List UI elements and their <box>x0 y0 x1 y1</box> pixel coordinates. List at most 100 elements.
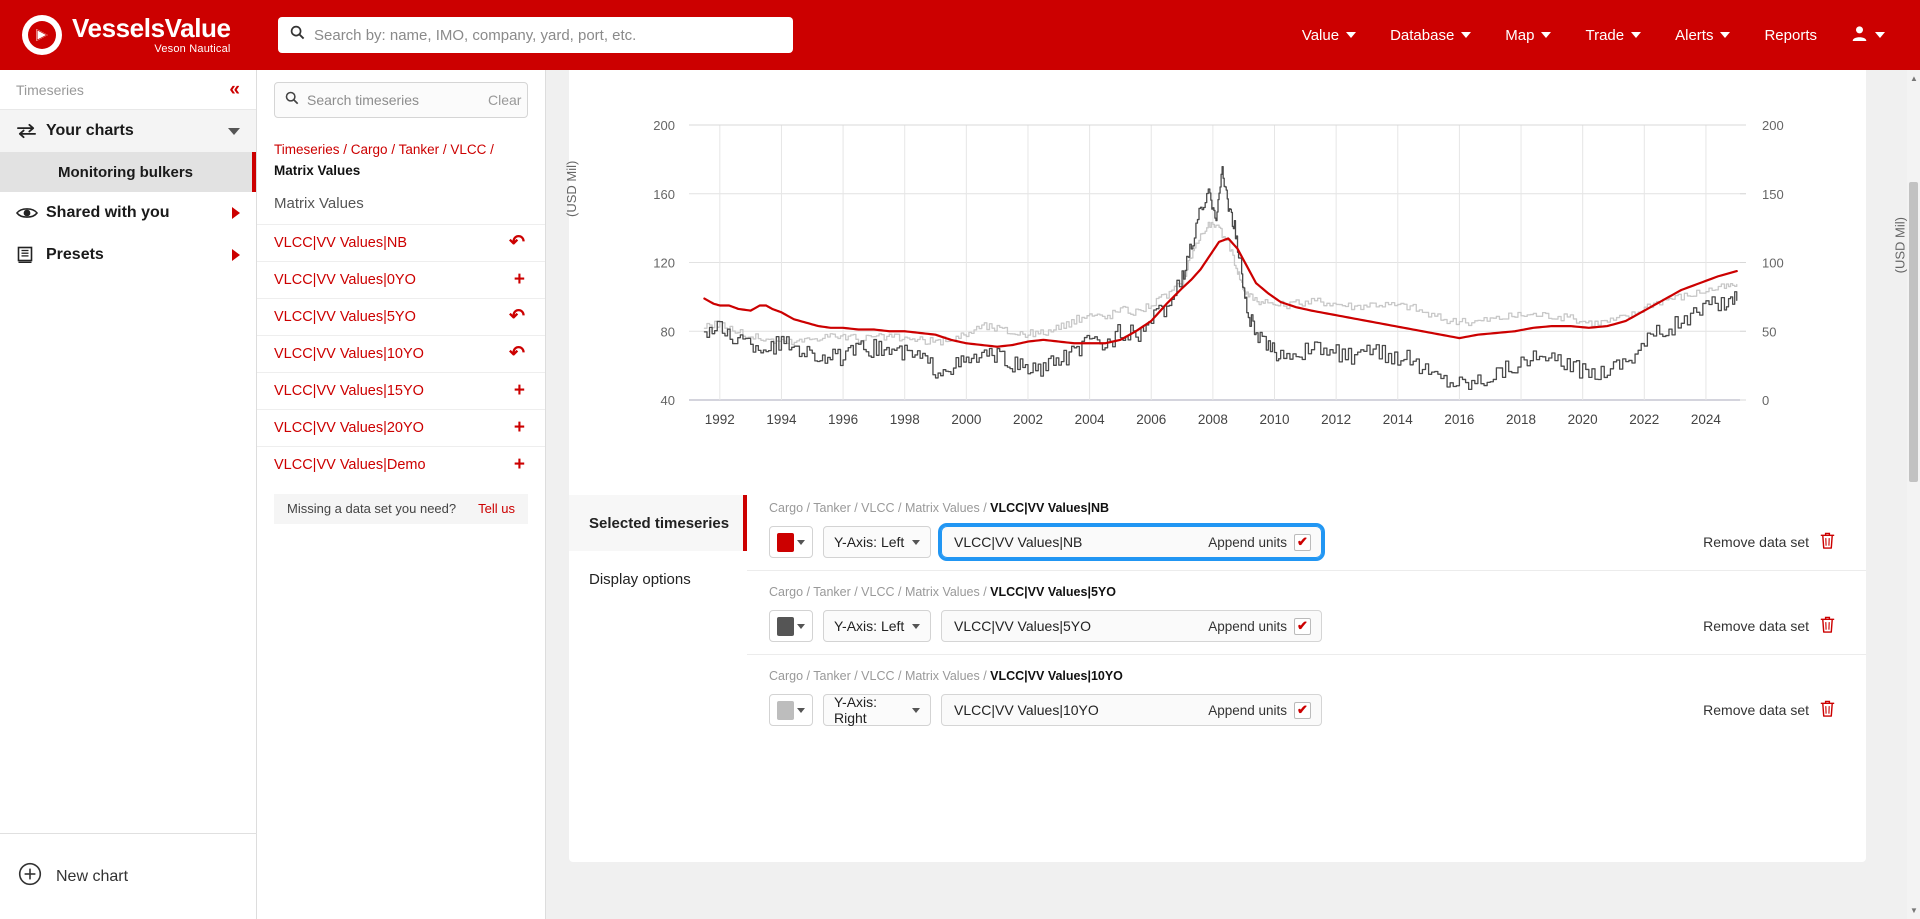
remove-data-set-button[interactable]: Remove data set <box>1703 531 1836 553</box>
dataset-name-field[interactable]: VLCC|VV Values|NB Append units ✔ <box>938 523 1325 561</box>
dataset-row: Cargo / Tanker / VLCC / Matrix Values / … <box>747 654 1866 738</box>
color-picker-button[interactable] <box>769 610 813 642</box>
y-axis-value: Y-Axis: Left <box>834 618 905 634</box>
dataset-name-field[interactable]: VLCC|VV Values|10YO Append units ✔ <box>941 694 1322 726</box>
new-chart-button[interactable]: New chart <box>0 833 257 919</box>
chevron-down-icon <box>912 539 920 545</box>
scroll-down-arrow[interactable]: ▼ <box>1910 906 1918 915</box>
undo-icon[interactable]: ↶ <box>509 344 525 363</box>
collapse-sidebar-icon[interactable]: « <box>229 80 240 99</box>
svg-text:2022: 2022 <box>1629 412 1659 427</box>
breadcrumb-tanker[interactable]: Tanker <box>399 142 440 157</box>
append-units-group[interactable]: Append units ✔ <box>1208 701 1311 719</box>
nav-item-map[interactable]: Map <box>1488 0 1568 70</box>
nav-label: Alerts <box>1675 26 1714 44</box>
color-picker-button[interactable] <box>769 526 813 558</box>
y-axis-select[interactable]: Y-Axis: Right <box>823 694 931 726</box>
scroll-up-arrow[interactable]: ▲ <box>1910 74 1918 83</box>
tab-display-options[interactable]: Display options <box>569 551 747 607</box>
breadcrumb-cargo[interactable]: Cargo <box>351 142 388 157</box>
nav-item-reports[interactable]: Reports <box>1747 0 1834 70</box>
sidebar-item-label: Presets <box>46 246 104 263</box>
svg-text:2002: 2002 <box>1013 412 1043 427</box>
svg-text:1996: 1996 <box>828 412 858 427</box>
list-item[interactable]: VLCC|VV Values|10YO ↶ <box>257 334 545 372</box>
y-axis-select[interactable]: Y-Axis: Left <box>823 610 931 642</box>
primary-nav-items: Value Database Map Trade Alerts Reports <box>1285 0 1902 70</box>
sidebar-item-your-charts[interactable]: Your charts <box>0 110 256 152</box>
timeseries-search-box[interactable]: Clear <box>274 82 528 118</box>
svg-text:2000: 2000 <box>951 412 981 427</box>
list-item[interactable]: VLCC|VV Values|15YO + <box>257 371 545 409</box>
svg-text:2004: 2004 <box>1075 412 1106 427</box>
missing-dataset-text: Missing a data set you need? <box>287 501 457 517</box>
color-picker-button[interactable] <box>769 694 813 726</box>
add-icon[interactable]: + <box>514 455 525 474</box>
nav-item-alerts[interactable]: Alerts <box>1658 0 1747 70</box>
undo-icon[interactable]: ↶ <box>509 307 525 326</box>
svg-text:2006: 2006 <box>1136 412 1166 427</box>
remove-data-set-button[interactable]: Remove data set <box>1703 615 1836 637</box>
list-item[interactable]: VLCC|VV Values|NB ↶ <box>257 223 545 261</box>
breadcrumb-vlcc[interactable]: VLCC <box>450 142 486 157</box>
svg-text:2012: 2012 <box>1321 412 1351 427</box>
global-search-input[interactable] <box>314 26 781 44</box>
missing-dataset-banner: Missing a data set you need? Tell us <box>274 493 528 524</box>
global-search-box[interactable] <box>278 17 793 53</box>
chevron-down-icon <box>797 623 805 629</box>
timeseries-search-input[interactable] <box>307 92 488 108</box>
trash-icon[interactable] <box>1819 531 1836 553</box>
account-menu[interactable] <box>1834 0 1902 70</box>
chevron-down-icon <box>1346 32 1357 38</box>
main-content-area: 40 80 120 160 200 0 50 100 150 200 1992 1994 1996 199… <box>546 70 1920 919</box>
append-units-checkbox[interactable]: ✔ <box>1294 617 1311 635</box>
remove-data-set-label: Remove data set <box>1703 618 1809 634</box>
list-item[interactable]: VLCC|VV Values|20YO + <box>257 408 545 446</box>
undo-icon[interactable]: ↶ <box>509 233 525 252</box>
svg-text:40: 40 <box>661 393 675 408</box>
chevron-down-icon <box>1541 32 1552 38</box>
nav-item-value[interactable]: Value <box>1285 0 1373 70</box>
dataset-breadcrumb-name: VLCC|VV Values|5YO <box>990 585 1116 599</box>
remove-data-set-button[interactable]: Remove data set <box>1703 699 1836 721</box>
brand-logo-group[interactable]: VesselsValue Veson Nautical <box>22 15 232 55</box>
clear-search-button[interactable]: Clear <box>488 92 521 108</box>
page-scrollbar[interactable]: ▲ ▼ <box>1907 70 1920 919</box>
dataset-name-field[interactable]: VLCC|VV Values|5YO Append units ✔ <box>941 610 1322 642</box>
append-units-checkbox[interactable]: ✔ <box>1294 533 1311 551</box>
sidebar-item-shared-with-you[interactable]: Shared with you <box>0 192 256 234</box>
add-icon[interactable]: + <box>514 418 525 437</box>
append-units-checkbox[interactable]: ✔ <box>1294 701 1311 719</box>
sidebar-item-monitoring-bulkers[interactable]: Monitoring bulkers <box>0 152 256 192</box>
trash-icon[interactable] <box>1819 615 1836 637</box>
breadcrumb-timeseries[interactable]: Timeseries <box>274 142 340 157</box>
dataset-display-name: VLCC|VV Values|10YO <box>954 702 1099 718</box>
nav-item-database[interactable]: Database <box>1373 0 1488 70</box>
new-chart-label: New chart <box>56 867 129 885</box>
tell-us-link[interactable]: Tell us <box>478 501 515 516</box>
list-item[interactable]: VLCC|VV Values|5YO ↶ <box>257 297 545 335</box>
nav-item-trade[interactable]: Trade <box>1568 0 1658 70</box>
chevron-down-icon <box>1461 32 1472 38</box>
y-axis-select[interactable]: Y-Axis: Left <box>823 526 931 558</box>
trash-icon[interactable] <box>1819 699 1836 721</box>
scrollbar-thumb[interactable] <box>1909 182 1918 482</box>
append-units-group[interactable]: Append units ✔ <box>1208 617 1311 635</box>
selected-timeseries-card: Selected timeseries Display options Carg… <box>569 477 1866 862</box>
svg-text:50: 50 <box>1762 324 1776 339</box>
tab-selected-timeseries[interactable]: Selected timeseries <box>569 495 747 551</box>
remove-data-set-label: Remove data set <box>1703 702 1809 718</box>
sidebar-title: Timeseries <box>16 81 84 98</box>
timeseries-name: VLCC|VV Values|10YO <box>274 345 424 362</box>
timeseries-chart[interactable]: 40801201602000501001502001992 1994 1996 199… <box>569 70 1866 532</box>
chevron-right-icon <box>232 207 240 219</box>
append-units-group[interactable]: Append units ✔ <box>1208 533 1311 551</box>
sidebar-item-presets[interactable]: Presets <box>0 234 256 276</box>
add-icon[interactable]: + <box>514 381 525 400</box>
svg-text:0: 0 <box>1762 393 1769 408</box>
list-item[interactable]: VLCC|VV Values|0YO + <box>257 260 545 298</box>
list-item[interactable]: VLCC|VV Values|Demo + <box>257 445 545 483</box>
add-icon[interactable]: + <box>514 270 525 289</box>
chevron-down-icon <box>797 707 805 713</box>
chevron-right-icon <box>232 249 240 261</box>
